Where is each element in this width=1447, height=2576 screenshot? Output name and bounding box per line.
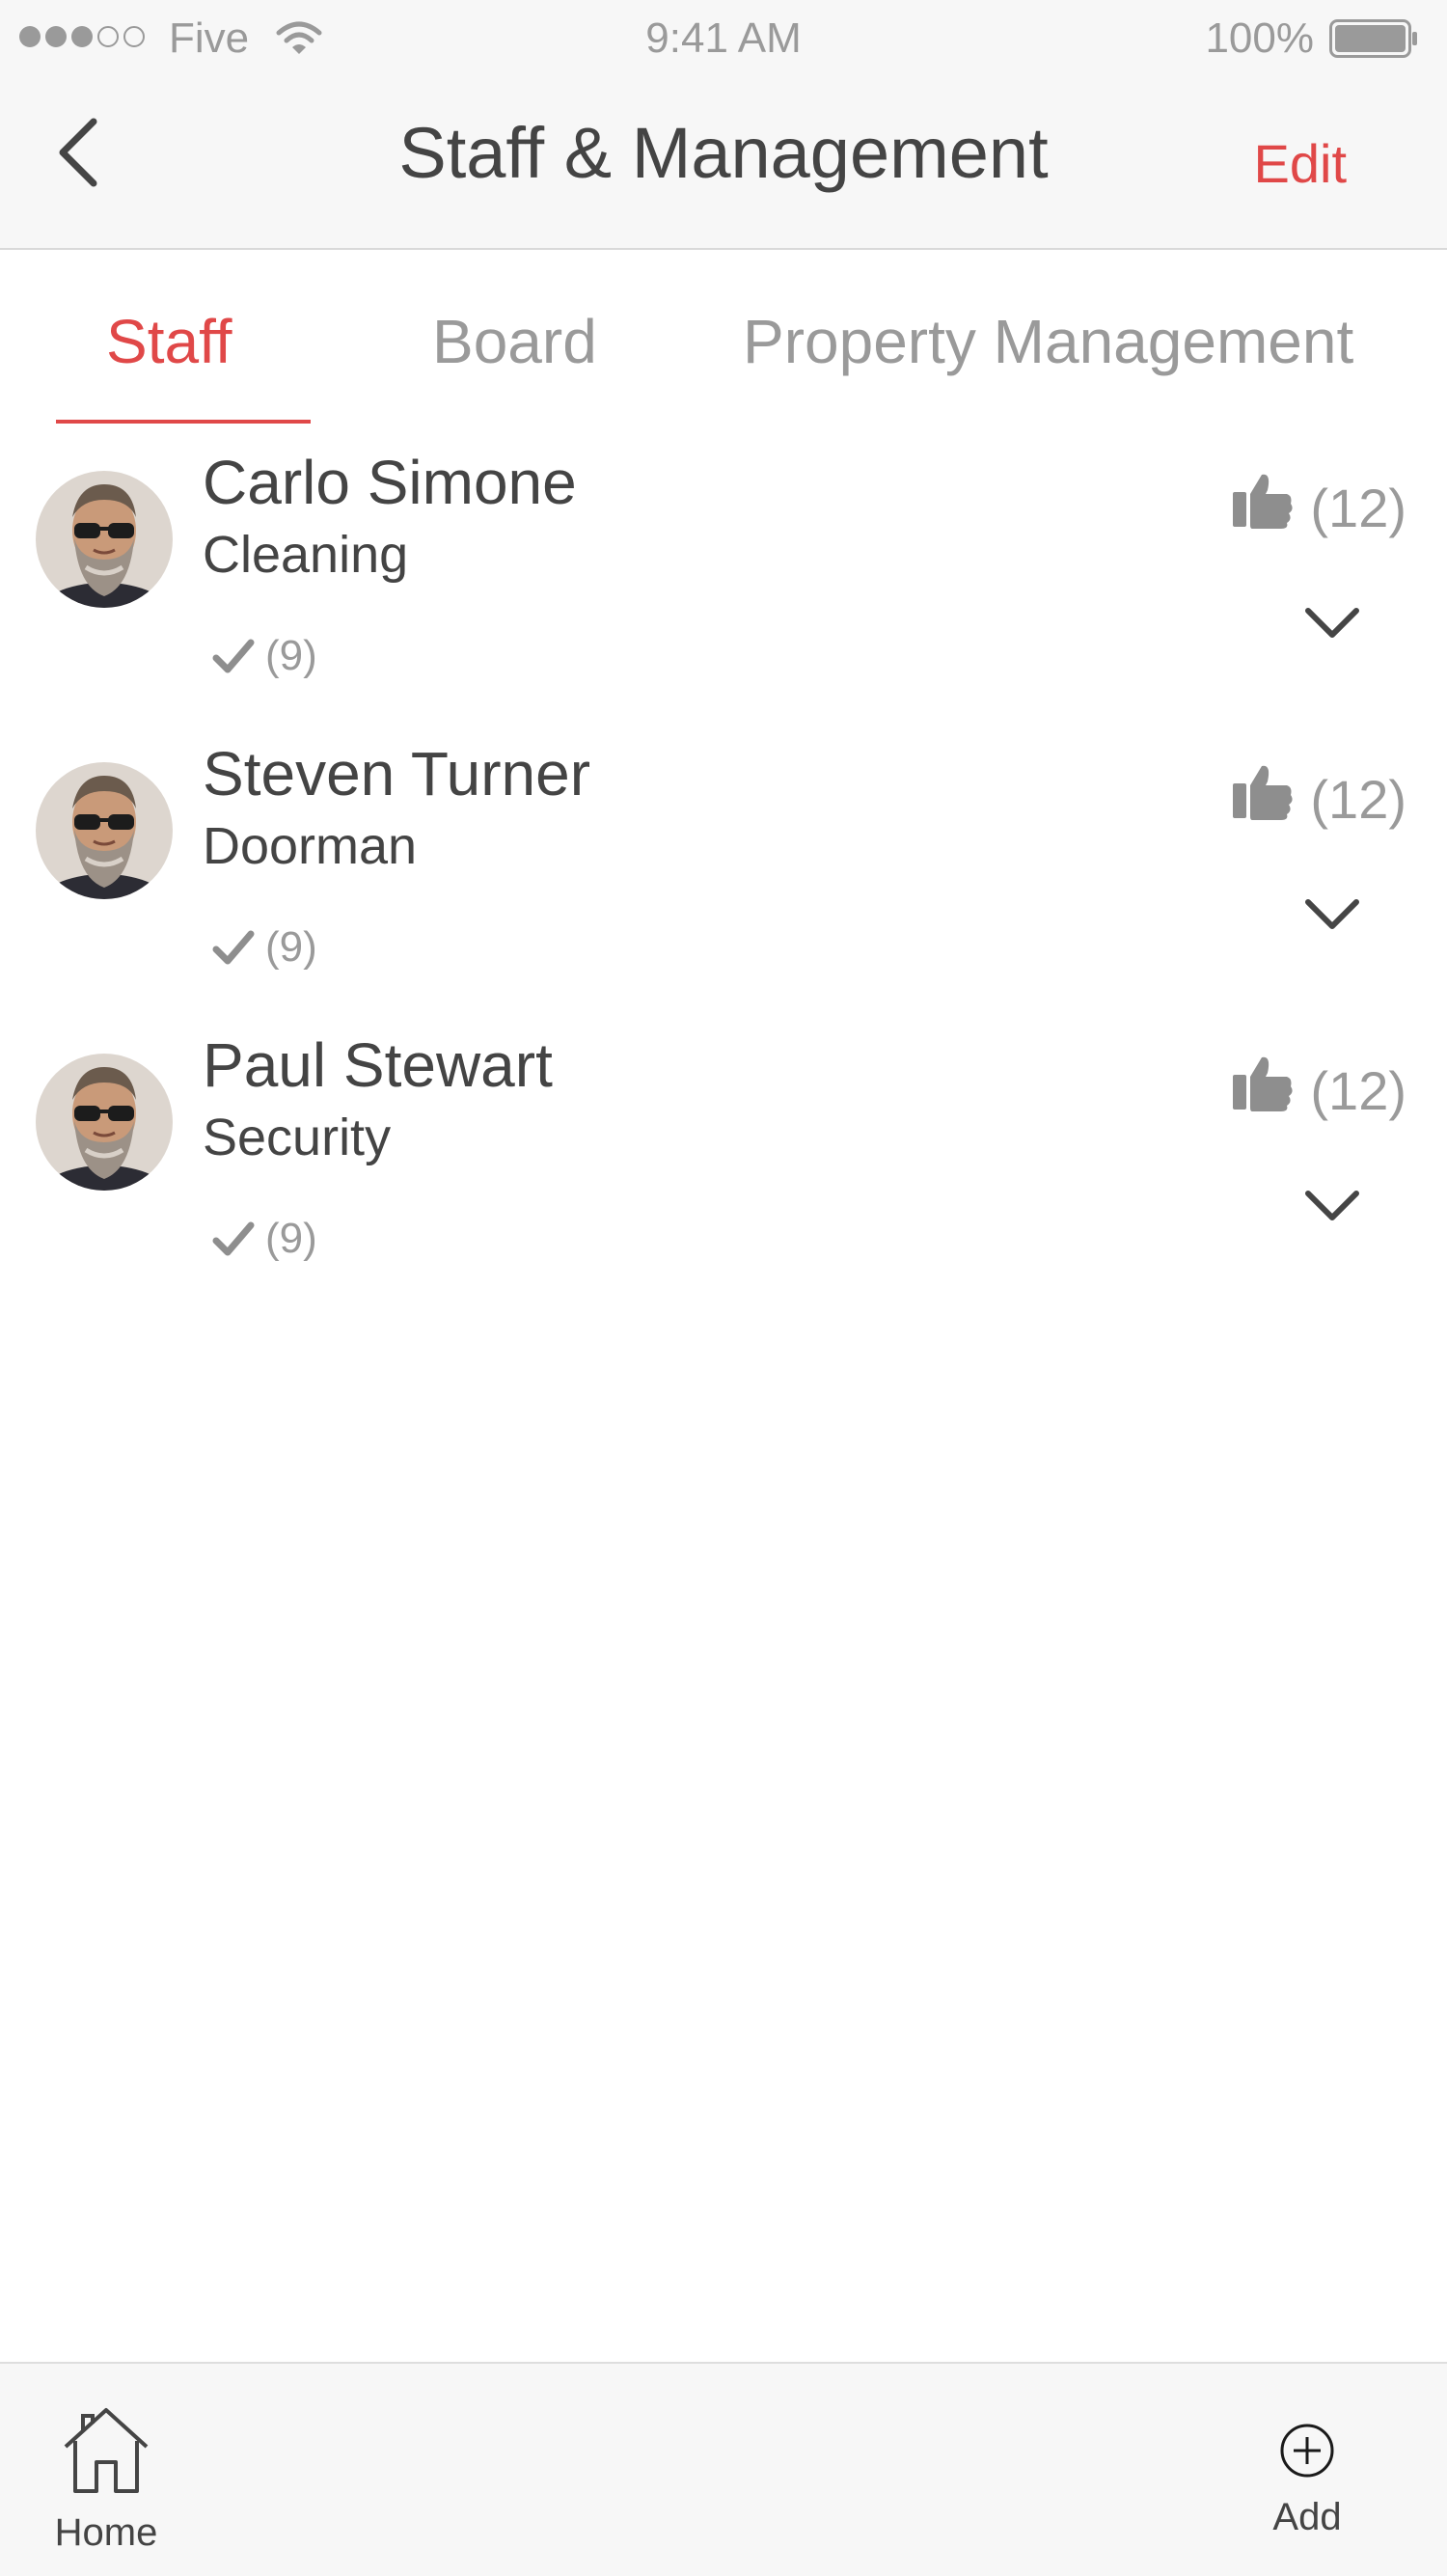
chevron-down-icon[interactable] [1302,1186,1362,1226]
completed-count: (9) [265,923,317,971]
active-tab-indicator [56,420,311,424]
like-count: (12) [1310,478,1406,538]
chevron-down-icon[interactable] [1302,894,1362,935]
like-count: (12) [1310,1060,1406,1121]
like-count: (12) [1310,769,1406,830]
avatar [36,762,173,899]
status-bar: Five 9:41 AM 100% [0,0,1447,77]
list-item[interactable]: Steven Turner Doorman (9) (12) [0,716,1447,1007]
home-tab-label: Home [54,2511,158,2554]
checkmark-icon [212,930,255,965]
tab-staff[interactable]: Staff [106,303,232,380]
page-title: Staff & Management [398,113,1049,193]
battery-icon [1329,19,1417,58]
staff-name: Paul Stewart [203,1030,553,1100]
add-button[interactable]: Add [1244,2422,1370,2538]
bottom-tab-bar: Home Add [0,2362,1447,2576]
avatar [36,1054,173,1191]
add-tab-label: Add [1272,2496,1342,2538]
plus-circle-icon [1280,2424,1334,2478]
staff-role: Cleaning [203,526,409,584]
avatar [36,471,173,608]
staff-role: Doorman [203,817,418,875]
completed-count: (9) [265,632,317,679]
battery-percent: 100% [1205,14,1314,62]
staff-name: Steven Turner [203,739,590,808]
completed-count: (9) [265,1215,317,1262]
segment-tabs: Staff Board Property Management [0,250,1447,424]
checkmark-icon [212,639,255,673]
chevron-down-icon[interactable] [1302,603,1362,644]
navigation-bar: Staff & Management Edit [0,77,1447,250]
staff-name: Carlo Simone [203,448,577,517]
home-tab-button[interactable]: Home [39,2402,174,2554]
checkmark-icon [212,1221,255,1256]
staff-role: Security [203,1109,392,1166]
thumbs-up-icon[interactable] [1233,764,1295,822]
tab-property-management[interactable]: Property Management [743,303,1353,380]
home-icon [64,2408,149,2493]
thumbs-up-icon[interactable] [1233,1055,1295,1113]
edit-button[interactable]: Edit [1254,130,1348,198]
list-item[interactable]: Carlo Simone Cleaning (9) (12) [0,425,1447,716]
tab-board[interactable]: Board [432,303,597,380]
thumbs-up-icon[interactable] [1233,473,1295,531]
list-item[interactable]: Paul Stewart Security (9) (12) [0,1007,1447,1299]
